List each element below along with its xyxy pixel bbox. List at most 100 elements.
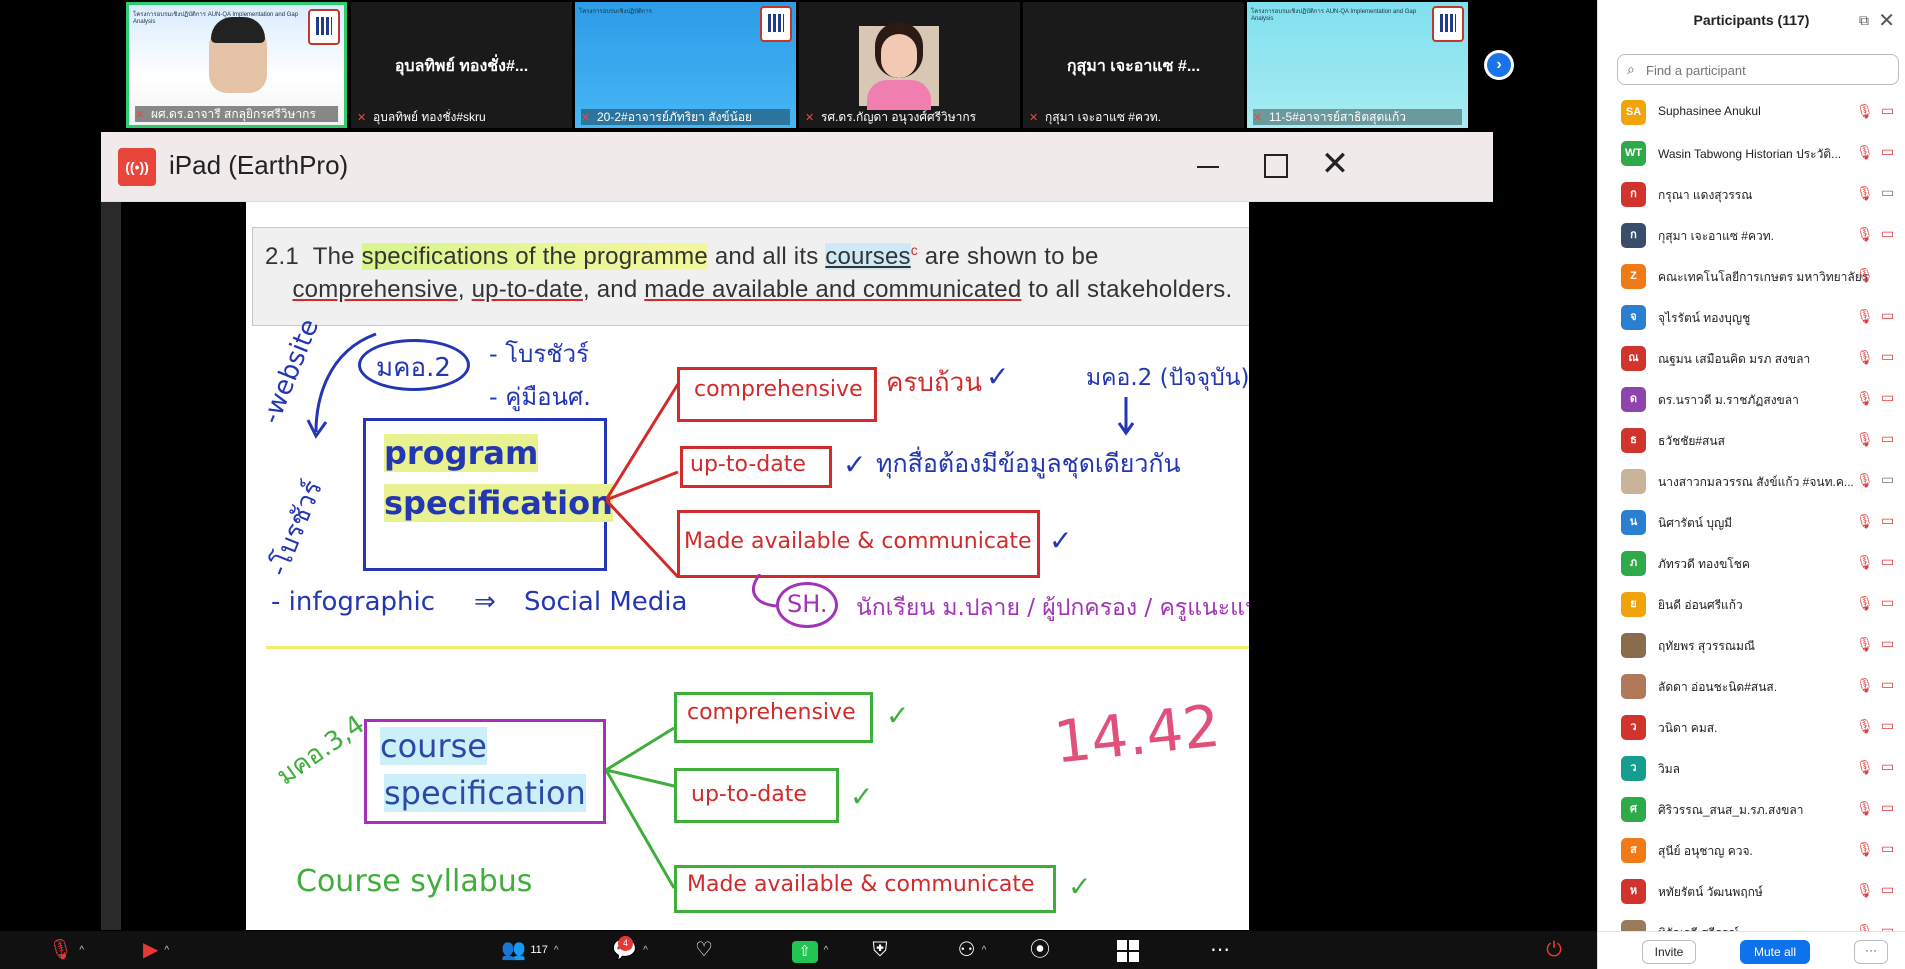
participant-row[interactable]: ลัดดา อ่อนชะนิด#สนส. 🎙 ▭ [1598, 666, 1905, 707]
muted-mic-icon[interactable]: 🎙 [1856, 595, 1874, 612]
muted-mic-icon[interactable]: 🎙 [1856, 677, 1874, 694]
muted-mic-icon[interactable]: 🎙 [1856, 308, 1874, 325]
apps-button[interactable]: ⚇ ^ [942, 935, 1002, 965]
participant-row[interactable]: SA Suphasinee Anukul 🎙 ▭ [1598, 92, 1905, 133]
participant-row[interactable]: ว วิมล 🎙 ▭ [1598, 748, 1905, 789]
video-tile-active-speaker[interactable]: โครงการอบรมเชิงปฏิบัติการ AUN-QA Impleme… [126, 2, 347, 128]
participant-row[interactable]: ว วนิดา คมส. 🎙 ▭ [1598, 707, 1905, 748]
video-on-icon[interactable]: ▭ [1881, 184, 1894, 201]
video-off-icon[interactable]: ▭ [1881, 676, 1894, 693]
participant-row[interactable]: ธ ธวัชชัย#สนส 🎙 ▭ [1598, 420, 1905, 461]
participant-row[interactable]: ห หทัยรัตน์ วัฒนพฤกษ์ 🎙 ▭ [1598, 871, 1905, 912]
mute-all-button[interactable]: Mute all [1740, 940, 1810, 964]
muted-mic-icon[interactable]: 🎙 [1856, 390, 1874, 407]
close-button[interactable]: ✕ [1311, 144, 1359, 188]
search-input[interactable] [1646, 60, 1886, 80]
participant-row[interactable]: ย ยินดี อ่อนศรีแก้ว 🎙 ▭ [1598, 584, 1905, 625]
participant-row[interactable]: ณ ณฐมน เสมือนคิด มรภ สงขลา 🎙 ▭ [1598, 338, 1905, 379]
video-tile[interactable]: ✕ รศ.ดร.กัญดา อนุวงศ์ศรีวิษากร [799, 2, 1020, 128]
participant-row[interactable]: Z คณะเทคโนโลยีการเกษตร มหาวิทยาลัยราช...🎙 [1598, 256, 1905, 297]
annotation-canvas[interactable]: 2.1 The specifications of the programme … [246, 202, 1249, 930]
video-off-icon[interactable]: ▭ [1881, 307, 1894, 324]
share-screen-button[interactable]: ⇧ ^ [772, 935, 848, 965]
popout-icon[interactable]: ⧉ [1859, 12, 1869, 29]
next-page-button[interactable]: › [1484, 50, 1514, 80]
video-off-icon[interactable]: ▭ [1881, 102, 1894, 119]
video-off-icon[interactable]: ▭ [1881, 840, 1894, 857]
window-titlebar[interactable]: ((•)) iPad (EarthPro) ✕ [101, 132, 1493, 202]
participant-row[interactable]: ศ ศิริวรรณ_สนส_ม.รภ.สงขลา 🎙 ▭ [1598, 789, 1905, 830]
participant-row[interactable]: หิรัณรดี สวีรรณ์🎙▭ [1598, 912, 1905, 932]
video-off-icon[interactable]: ▭ [1881, 758, 1894, 775]
participant-row[interactable]: WT Wasin Tabwong Historian ประวัติ... 🎙 ▭ [1598, 133, 1905, 174]
video-off-icon[interactable]: ▭ [1881, 881, 1894, 898]
security-button[interactable]: ⛨ [860, 935, 900, 965]
muted-mic-icon[interactable]: 🎙 [1856, 349, 1874, 366]
participant-row[interactable]: ด ดร.นราวดี ม.ราชภัฏสงขลา 🎙 ▭ [1598, 379, 1905, 420]
participant-row[interactable]: นางสาวกมลวรรณ สังข์แก้ว #จนท.ค... 🎙 ▭ [1598, 461, 1905, 502]
muted-mic-icon: ✕ [135, 109, 145, 121]
participant-row[interactable]: ภ ภัทรวดี ทองขโชค 🎙 ▭ [1598, 543, 1905, 584]
university-logo [1432, 6, 1464, 42]
muted-mic-icon[interactable]: 🎙 [1856, 882, 1874, 899]
avatar: ก [1621, 182, 1646, 207]
video-off-icon[interactable]: ▭ [1881, 799, 1894, 816]
video-on-icon[interactable]: ▭ [1881, 471, 1894, 488]
muted-mic-icon[interactable]: 🎙 [1856, 226, 1874, 243]
caret-icon: ^ [164, 944, 170, 956]
start-video-button[interactable]: ▶ ^ [126, 935, 186, 965]
participants-button[interactable]: 👥 117 ^ [490, 935, 570, 965]
video-off-icon[interactable]: ▭ [1881, 553, 1894, 570]
video-tile[interactable]: อุบลทิพย์ ทองชั่ง#... ✕ อุบลทิพย์ ทองชั่ง… [351, 2, 572, 128]
video-off-icon[interactable]: ▭ [1881, 348, 1894, 365]
muted-mic-icon[interactable]: 🎙 [1856, 431, 1874, 448]
close-panel-icon[interactable]: ✕ [1878, 8, 1895, 33]
record-button[interactable]: ⦿ [1020, 935, 1060, 965]
video-off-icon[interactable]: ▭ [1881, 512, 1894, 529]
muted-mic-icon[interactable]: 🎙 [1856, 513, 1874, 530]
muted-mic-icon[interactable]: 🎙 [1856, 554, 1874, 571]
muted-mic-icon[interactable]: 🎙 [1856, 718, 1874, 735]
minimize-button[interactable] [1183, 144, 1231, 188]
participant-row[interactable]: ส สุนีย์ อนุชาญ ควจ. 🎙 ▭ [1598, 830, 1905, 871]
video-off-icon[interactable]: ▭ [1881, 389, 1894, 406]
muted-mic-icon[interactable]: 🎙 [1856, 800, 1874, 817]
unmute-button[interactable]: 🎙 ^ [36, 935, 96, 965]
muted-mic-icon[interactable]: 🎙 [1856, 144, 1874, 161]
meeting-stage: โครงการอบรมเชิงปฏิบัติการ AUN-QA Impleme… [0, 0, 1905, 969]
more-options-button[interactable]: ··· [1854, 940, 1888, 964]
maximize-button[interactable] [1251, 144, 1299, 188]
participant-search[interactable]: ⌕ [1617, 54, 1899, 85]
invite-button[interactable]: Invite [1642, 940, 1696, 964]
meeting-toolbar: 🎙^ ▶^ 👥117^ 💬^ 4 ♡ ⇧^ ⛨ ⚇^ ⦿ ⋯ ⏻ [0, 931, 1597, 969]
muted-mic-icon[interactable]: 🎙 [1856, 841, 1874, 858]
participant-row[interactable]: จ จุไรรัตน์ ทองบุญชู 🎙 ▭ [1598, 297, 1905, 338]
tile-display-name: กุสุมา เจะอาแซ #... [1066, 58, 1201, 75]
leave-button[interactable]: ⏻ [1534, 935, 1574, 965]
participant-list[interactable]: SA Suphasinee Anukul 🎙 ▭ WT Wasin Tabwong His… [1598, 92, 1905, 932]
more-button[interactable]: ⋯ [1200, 935, 1240, 965]
note-mko34: มคอ.3,4 [271, 709, 371, 792]
muted-mic-icon[interactable]: 🎙 [1856, 103, 1874, 120]
muted-mic-icon[interactable]: 🎙 [1856, 472, 1874, 489]
video-tile[interactable]: โครงการอบรมเชิงปฏิบัติการ AUN-QA Impleme… [1247, 2, 1468, 128]
video-off-icon[interactable]: ▭ [1881, 430, 1894, 447]
muted-mic-icon[interactable]: 🎙 [1856, 267, 1874, 284]
video-off-icon[interactable]: ▭ [1881, 717, 1894, 734]
video-off-icon[interactable]: ▭ [1881, 225, 1894, 242]
participant-row[interactable]: ก กุสุมา เจะอาแซ #ควท. 🎙 ▭ [1598, 215, 1905, 256]
video-off-icon[interactable]: ▭ [1881, 635, 1894, 652]
participant-row[interactable]: ฤทัยพร สุวรรณมณี 🎙 ▭ [1598, 625, 1905, 666]
participant-row[interactable]: ก กรุณา แดงสุวรรณ 🎙 ▭ [1598, 174, 1905, 215]
participant-row[interactable]: น นิศารัตน์ บุญมี 🎙 ▭ [1598, 502, 1905, 543]
video-off-icon[interactable]: ▭ [1881, 143, 1894, 160]
muted-mic-icon[interactable]: 🎙 [1856, 759, 1874, 776]
reactions-button[interactable]: ♡ [684, 935, 724, 965]
video-off-icon[interactable]: ▭ [1881, 594, 1894, 611]
muted-mic-icon[interactable]: 🎙 [1856, 185, 1874, 202]
video-tile[interactable]: กุสุมา เจะอาแซ #... ✕ กุสุมา เจะอาแซ #ควท… [1023, 2, 1244, 128]
apps-grid-button[interactable] [1108, 935, 1148, 965]
share-screen-icon: ⇧ [791, 941, 818, 963]
video-tile[interactable]: โครงการอบรมเชิงปฏิบัติการ ✕ 20-2#อาจารย์ภ… [575, 2, 796, 128]
muted-mic-icon[interactable]: 🎙 [1856, 636, 1874, 653]
